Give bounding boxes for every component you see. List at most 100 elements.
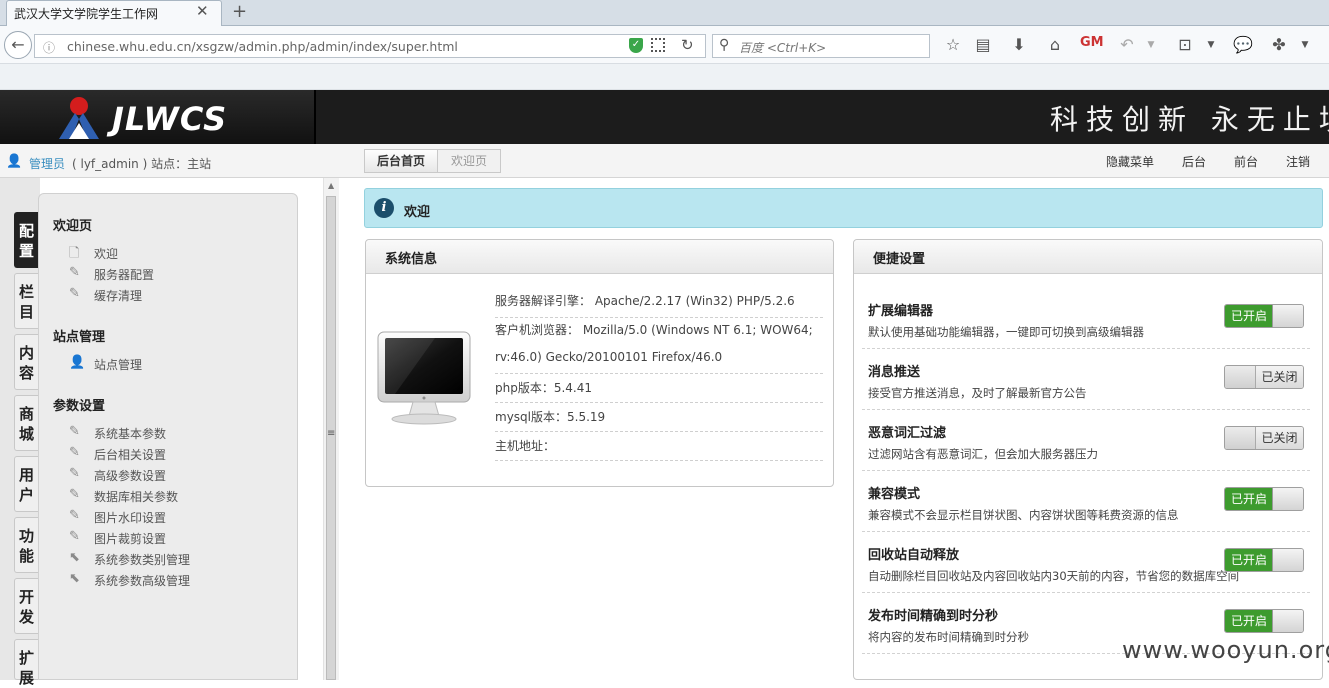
setting-desc: 默认使用基础功能编辑器，一键即可切换到高级编辑器 bbox=[868, 325, 1144, 339]
reading-list-icon[interactable]: ▤ bbox=[972, 35, 994, 54]
sys-line-mysql: mysql版本：5.5.19 bbox=[495, 408, 823, 432]
sidebar-tab-users[interactable]: 用户 bbox=[14, 456, 38, 512]
setting-desc: 过滤网站含有恶意词汇，但会加大服务器压力 bbox=[868, 447, 1098, 461]
setting-desc: 接受官方推送消息，及时了解最新官方公告 bbox=[868, 386, 1087, 400]
divider bbox=[862, 348, 1310, 349]
sidebar-tab-config[interactable]: 配置 bbox=[14, 212, 38, 268]
divider bbox=[862, 470, 1310, 471]
close-tab-icon[interactable]: ✕ bbox=[196, 2, 209, 20]
menu-item-backend-settings[interactable]: 后台相关设置 bbox=[94, 446, 166, 463]
menu-item-cache-clear[interactable]: 缓存清理 bbox=[94, 287, 142, 304]
welcome-text: 欢迎 bbox=[404, 205, 431, 220]
shield-icon[interactable]: ✓ bbox=[629, 38, 643, 53]
search-box[interactable]: ⚲ 百度 <Ctrl+K> bbox=[712, 34, 930, 58]
search-input[interactable]: 百度 <Ctrl+K> bbox=[739, 39, 826, 56]
toggle-compat-mode[interactable]: 已开启 bbox=[1224, 487, 1304, 511]
divider bbox=[862, 592, 1310, 593]
menu-item-param-category[interactable]: 系统参数类别管理 bbox=[94, 551, 190, 568]
setting-desc: 兼容模式不会显示栏目饼状图、内容饼状图等耗费资源的信息 bbox=[868, 508, 1179, 522]
sys-line-host: 主机地址： bbox=[495, 437, 823, 461]
menu-item-database-params[interactable]: 数据库相关参数 bbox=[94, 488, 178, 505]
pencil-icon: ✎ bbox=[69, 487, 80, 502]
pencil-icon: ✎ bbox=[69, 508, 80, 523]
toggle-knob bbox=[1272, 549, 1303, 571]
undo-icon[interactable]: ↶ bbox=[1116, 35, 1138, 54]
frontend-link[interactable]: 前台 bbox=[1234, 153, 1258, 170]
chevron-down-icon[interactable]: ▼ bbox=[1200, 40, 1222, 50]
url-text[interactable]: chinese.whu.edu.cn/xsgzw/admin.php/admin… bbox=[67, 39, 458, 54]
back-arrow-icon[interactable]: ← bbox=[4, 31, 32, 59]
sidebar-tab-functions[interactable]: 功能 bbox=[14, 517, 38, 573]
toggle-knob bbox=[1272, 488, 1303, 510]
menu-item-server-config[interactable]: 服务器配置 bbox=[94, 266, 154, 283]
menu-item-advanced-params[interactable]: 高级参数设置 bbox=[94, 467, 166, 484]
user-site-info: ( lyf_admin ) 站点：主站 bbox=[72, 157, 212, 171]
address-bar[interactable]: ⓘ chinese.whu.edu.cn/xsgzw/admin.php/adm… bbox=[34, 34, 706, 58]
toggle-knob bbox=[1272, 305, 1303, 327]
hide-menu-link[interactable]: 隐藏菜单 bbox=[1106, 153, 1154, 170]
download-icon[interactable]: ⬇ bbox=[1008, 35, 1030, 54]
setting-title: 扩展编辑器 bbox=[868, 304, 934, 319]
breadcrumb-current: 欢迎页 bbox=[437, 149, 501, 173]
gm-addon-icon[interactable]: GM bbox=[1080, 35, 1104, 50]
computer-monitor-icon bbox=[377, 331, 471, 425]
setting-title: 回收站自动释放 bbox=[868, 548, 960, 563]
quick-settings-title: 便捷设置 bbox=[873, 252, 926, 267]
scroll-up-icon[interactable]: ▲ bbox=[328, 181, 334, 190]
backend-link[interactable]: 后台 bbox=[1182, 153, 1206, 170]
setting-title: 消息推送 bbox=[868, 365, 921, 380]
system-info-title: 系统信息 bbox=[385, 252, 438, 267]
breadcrumb-home[interactable]: 后台首页 bbox=[364, 149, 437, 173]
home-icon[interactable]: ⌂ bbox=[1044, 35, 1066, 54]
new-tab-icon[interactable]: + bbox=[232, 1, 247, 22]
menu-item-image-crop[interactable]: 图片裁剪设置 bbox=[94, 530, 166, 547]
menu-section-title: 欢迎页 bbox=[53, 219, 93, 234]
toggle-label: 已开启 bbox=[1225, 549, 1273, 571]
logout-link[interactable]: 注销 bbox=[1286, 153, 1310, 170]
bookmark-star-icon[interactable]: ☆ bbox=[942, 35, 964, 54]
user-icon: 👤 bbox=[6, 154, 23, 169]
toggle-word-filter[interactable]: 已关闭 bbox=[1224, 426, 1304, 450]
chevron-down-icon[interactable]: ▼ bbox=[1294, 40, 1316, 50]
sidebar-tab-shop[interactable]: 商城 bbox=[14, 395, 38, 451]
welcome-banner bbox=[364, 188, 1323, 228]
toggle-extended-editor[interactable]: 已开启 bbox=[1224, 304, 1304, 328]
menu-item-param-advanced[interactable]: 系统参数高级管理 bbox=[94, 572, 190, 589]
header-divider bbox=[314, 90, 316, 144]
chat-bubble-icon[interactable]: 💬 bbox=[1232, 35, 1254, 54]
sidebar-tab-extend[interactable]: 扩展 bbox=[14, 639, 38, 687]
sys-line-php: php版本：5.4.41 bbox=[495, 379, 823, 403]
pencil-icon: ✎ bbox=[69, 286, 80, 301]
menu-item-basic-params[interactable]: 系统基本参数 bbox=[94, 425, 166, 442]
addon-icon[interactable]: ✤ bbox=[1268, 35, 1290, 54]
reload-icon[interactable]: ↻ bbox=[681, 36, 694, 54]
pencil-icon: ✎ bbox=[69, 445, 80, 460]
crop-icon[interactable]: ⊡ bbox=[1174, 35, 1196, 54]
sys-line-browser: 客户机浏览器： Mozilla/5.0 (Windows NT 6.1; WOW… bbox=[495, 323, 813, 337]
search-icon: ⚲ bbox=[719, 37, 730, 53]
pencil-icon: ✎ bbox=[69, 265, 80, 280]
qr-code-icon[interactable] bbox=[651, 38, 665, 52]
chevron-down-icon[interactable]: ▼ bbox=[1140, 40, 1162, 50]
toggle-recycle-auto-release[interactable]: 已开启 bbox=[1224, 548, 1304, 572]
pencil-icon: ✎ bbox=[69, 424, 80, 439]
toggle-message-push[interactable]: 已关闭 bbox=[1224, 365, 1304, 389]
info-icon[interactable]: ⓘ bbox=[43, 39, 55, 56]
menu-item-watermark[interactable]: 图片水印设置 bbox=[94, 509, 166, 526]
setting-title: 恶意词汇过滤 bbox=[868, 426, 947, 441]
toggle-knob bbox=[1225, 427, 1256, 449]
user-role-link[interactable]: 管理员 bbox=[29, 155, 65, 172]
setting-title: 发布时间精确到时分秒 bbox=[868, 609, 999, 624]
sys-line-server: 服务器解译引擎： Apache/2.2.17 (Win32) PHP/5.2.6 bbox=[495, 292, 823, 318]
sidebar-tab-content[interactable]: 内容 bbox=[14, 334, 38, 390]
sidebar-tab-develop[interactable]: 开发 bbox=[14, 578, 38, 634]
grip-icon[interactable]: ≡ bbox=[327, 428, 335, 439]
watermark: www.wooyun.org bbox=[1122, 636, 1329, 664]
arrow-icon: ⬉ bbox=[69, 571, 80, 586]
menu-item-site-manage[interactable]: 站点管理 bbox=[94, 356, 142, 373]
sidebar-tab-columns[interactable]: 栏目 bbox=[14, 273, 38, 329]
menu-item-welcome[interactable]: 欢迎 bbox=[94, 245, 118, 262]
toggle-publish-time-precision[interactable]: 已开启 bbox=[1224, 609, 1304, 633]
pencil-icon: ✎ bbox=[69, 466, 80, 481]
logo-text: JLWCS bbox=[112, 100, 228, 138]
